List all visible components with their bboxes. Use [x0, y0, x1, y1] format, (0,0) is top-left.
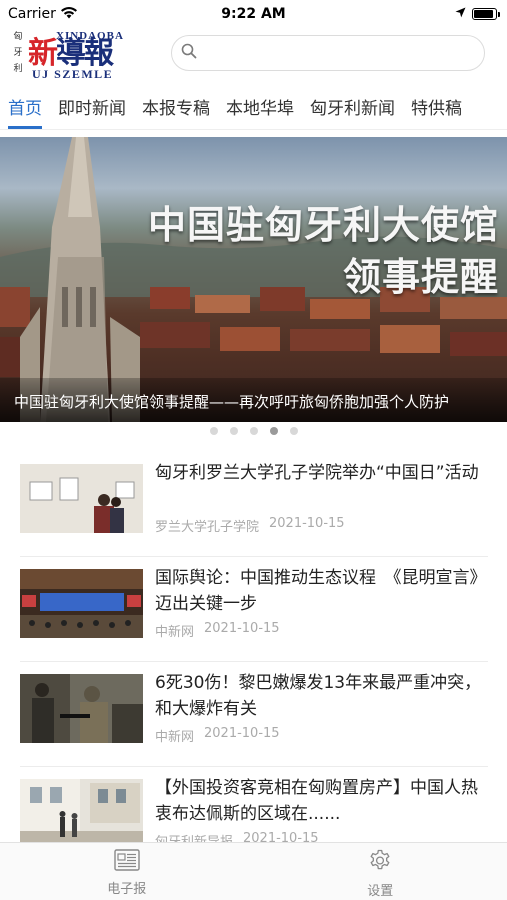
- news-title: 国际舆论：中国推动生态议程 《昆明宣言》迈出关键一步: [155, 568, 478, 614]
- tabbar-item-epaper[interactable]: 电子报: [0, 843, 254, 900]
- app-screen: Carrier 9:22 AM 匈 牙 利 XINDAOBA 新導報 UJ SZ…: [0, 0, 507, 900]
- news-item[interactable]: 国际舆论：中国推动生态议程 《昆明宣言》迈出关键一步中新网 2021-10-15: [20, 557, 488, 662]
- carousel-dot[interactable]: [289, 427, 298, 435]
- news-item[interactable]: 【外国投资客竞相在匈购置房产】中国人热衷布达佩斯的区域在...... 匈牙利新导报…: [20, 767, 488, 842]
- wifi-icon: [60, 6, 78, 23]
- search-input[interactable]: [171, 35, 485, 71]
- news-thumbnail: [20, 569, 143, 638]
- news-title: 6死30伤！黎巴嫩爆发13年来最严重冲突，和大爆炸有关: [155, 673, 482, 719]
- banner-carousel[interactable]: 中国驻匈牙利大使馆 领事提醒 中国驻匈牙利大使馆领事提醒——再次呼吁旅匈侨胞加强…: [0, 137, 507, 422]
- news-date: 2021-10-15: [204, 726, 280, 741]
- tabbar-label-settings: 设置: [367, 884, 394, 899]
- news-thumbnail: [20, 464, 143, 533]
- carousel-dot[interactable]: [209, 427, 218, 435]
- bottom-tab-bar: 电子报 设置: [0, 842, 507, 900]
- news-meta: 罗兰大学孔子学院 2021-10-15: [155, 516, 345, 535]
- news-source: 中新网: [155, 730, 195, 745]
- news-source: 中新网: [155, 625, 195, 640]
- logo-subtitle: UJ SZEMLE: [32, 67, 114, 81]
- logo-chinese-name: 新導報: [28, 36, 114, 71]
- news-date: 2021-10-15: [204, 621, 280, 636]
- logo-side-text: 匈 牙 利: [13, 32, 23, 74]
- news-date: 2021-10-15: [243, 831, 319, 842]
- tabbar-item-settings[interactable]: 设置: [254, 843, 507, 900]
- location-arrow-icon: [455, 6, 466, 22]
- news-thumbnail: [20, 779, 143, 842]
- carousel-dot[interactable]: [249, 427, 258, 435]
- carousel-dot[interactable]: [269, 427, 278, 435]
- app-header: 匈 牙 利 XINDAOBA 新導報 UJ SZEMLE: [0, 28, 507, 86]
- banner-headline: 中国驻匈牙利大使馆 领事提醒: [147, 203, 499, 299]
- news-list: 匈牙利罗兰大学孔子学院举办“中国日”活动 罗兰大学孔子学院 2021-10-15 国际…: [20, 452, 488, 842]
- search-icon: [181, 43, 197, 63]
- news-title: 【外国投资客竞相在匈购置房产】中国人热衷布达佩斯的区域在......: [155, 778, 478, 824]
- news-meta: 中新网 2021-10-15: [155, 726, 280, 745]
- tab-3[interactable]: 本地华埠: [218, 89, 302, 129]
- category-tabs: 首页 即时新闻 本报专稿 本地华埠 匈牙利新闻 特供稿: [0, 88, 507, 130]
- news-source: 匈牙利新导报: [155, 831, 233, 842]
- news-item[interactable]: 匈牙利罗兰大学孔子学院举办“中国日”活动罗兰大学孔子学院 2021-10-15: [20, 452, 488, 557]
- news-meta: 匈牙利新导报 2021-10-15: [155, 831, 319, 842]
- news-item[interactable]: 6死30伤！黎巴嫩爆发13年来最严重冲突，和大爆炸有关中新网 2021-10-15: [20, 662, 488, 767]
- news-meta: 中新网 2021-10-15: [155, 621, 280, 640]
- news-thumbnail: [20, 674, 143, 743]
- news-source: 罗兰大学孔子学院: [155, 520, 260, 535]
- carousel-dot[interactable]: [229, 427, 238, 435]
- status-bar: Carrier 9:22 AM: [0, 0, 507, 28]
- carousel-page-indicator[interactable]: [0, 427, 507, 437]
- banner-caption: 中国驻匈牙利大使馆领事提醒——再次呼吁旅匈侨胞加强个人防护: [14, 393, 450, 411]
- tab-2[interactable]: 本报专稿: [134, 89, 218, 129]
- newspaper-icon: [114, 849, 140, 875]
- news-date: 2021-10-15: [269, 516, 345, 531]
- tab-1[interactable]: 即时新闻: [50, 89, 134, 129]
- xindaoba-logo[interactable]: 匈 牙 利 XINDAOBA 新導報 UJ SZEMLE: [10, 29, 155, 85]
- tabbar-label-epaper: 电子报: [107, 882, 147, 897]
- gear-icon: [368, 849, 392, 877]
- battery-level: [474, 10, 493, 18]
- battery-icon: [472, 8, 500, 20]
- tab-5[interactable]: 特供稿: [403, 89, 470, 129]
- tab-4[interactable]: 匈牙利新闻: [302, 89, 403, 129]
- carrier-label: Carrier: [8, 6, 56, 22]
- tab-0[interactable]: 首页: [0, 89, 50, 129]
- news-title: 匈牙利罗兰大学孔子学院举办“中国日”活动: [155, 463, 479, 483]
